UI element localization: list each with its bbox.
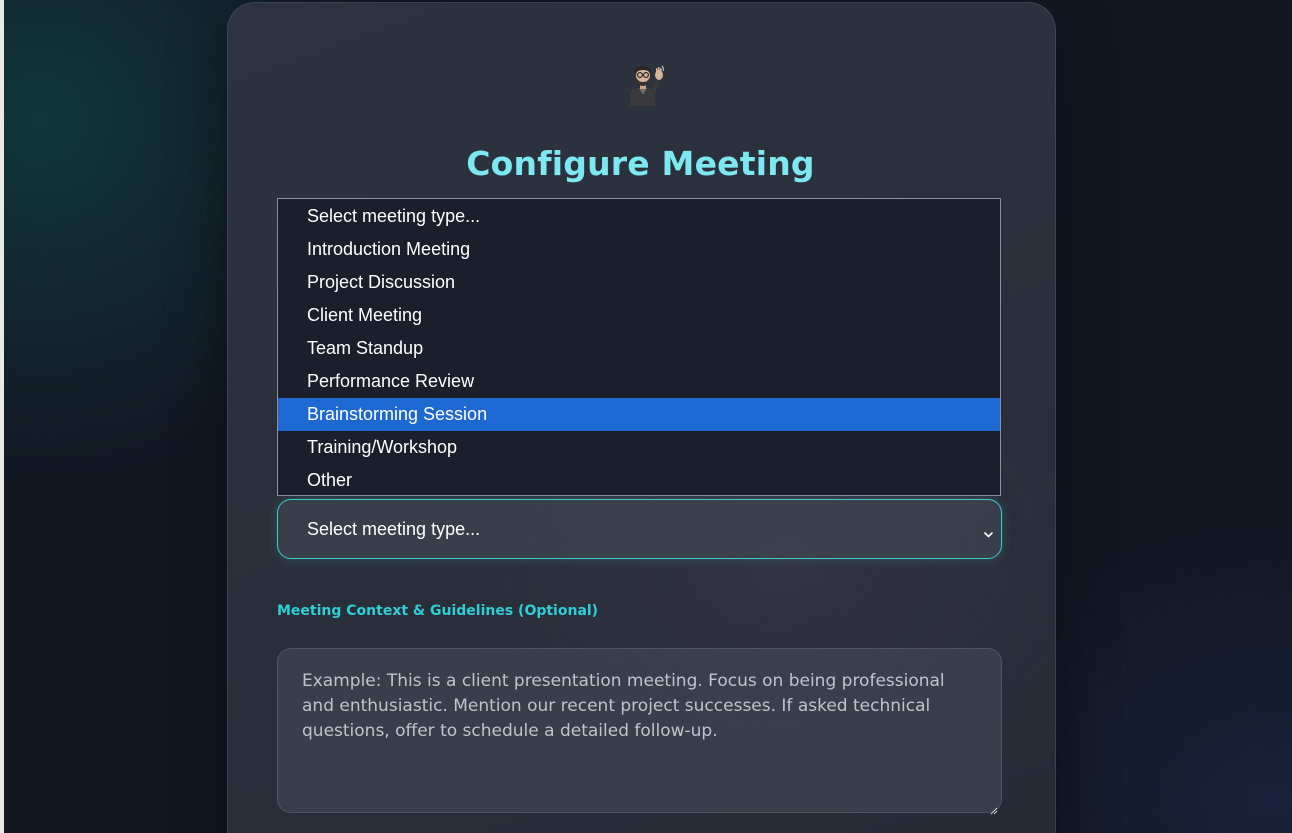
meeting-type-option[interactable]: Client Meeting: [278, 299, 1000, 332]
meeting-type-option[interactable]: Project Discussion: [278, 266, 1000, 299]
meeting-context-textarea[interactable]: Example: This is a client presentation m…: [277, 648, 1002, 815]
meeting-context-placeholder: Example: This is a client presentation m…: [302, 671, 945, 741]
meeting-type-option-highlighted[interactable]: Brainstorming Session: [278, 398, 1000, 431]
meeting-context-label: Meeting Context & Guidelines (Optional): [277, 603, 599, 619]
meeting-type-option[interactable]: Team Standup: [278, 332, 1000, 365]
meeting-type-options-list[interactable]: Select meeting type... Introduction Meet…: [277, 198, 1001, 496]
meeting-type-option[interactable]: Select meeting type...: [278, 200, 1000, 233]
meeting-type-option[interactable]: Performance Review: [278, 365, 1000, 398]
meeting-type-option[interactable]: Introduction Meeting: [278, 233, 1000, 266]
meeting-type-select[interactable]: Select meeting type...: [277, 499, 1002, 559]
meeting-type-selected-value: Select meeting type...: [307, 519, 481, 539]
chevron-down-icon: [984, 524, 993, 538]
meeting-type-option[interactable]: Other: [278, 464, 1000, 497]
meeting-type-option[interactable]: Training/Workshop: [278, 431, 1000, 464]
person-waving-icon: [622, 62, 666, 106]
window-edge: [0, 0, 4, 833]
page-title: Configure Meeting: [466, 144, 815, 183]
resize-handle-icon[interactable]: [989, 800, 998, 815]
